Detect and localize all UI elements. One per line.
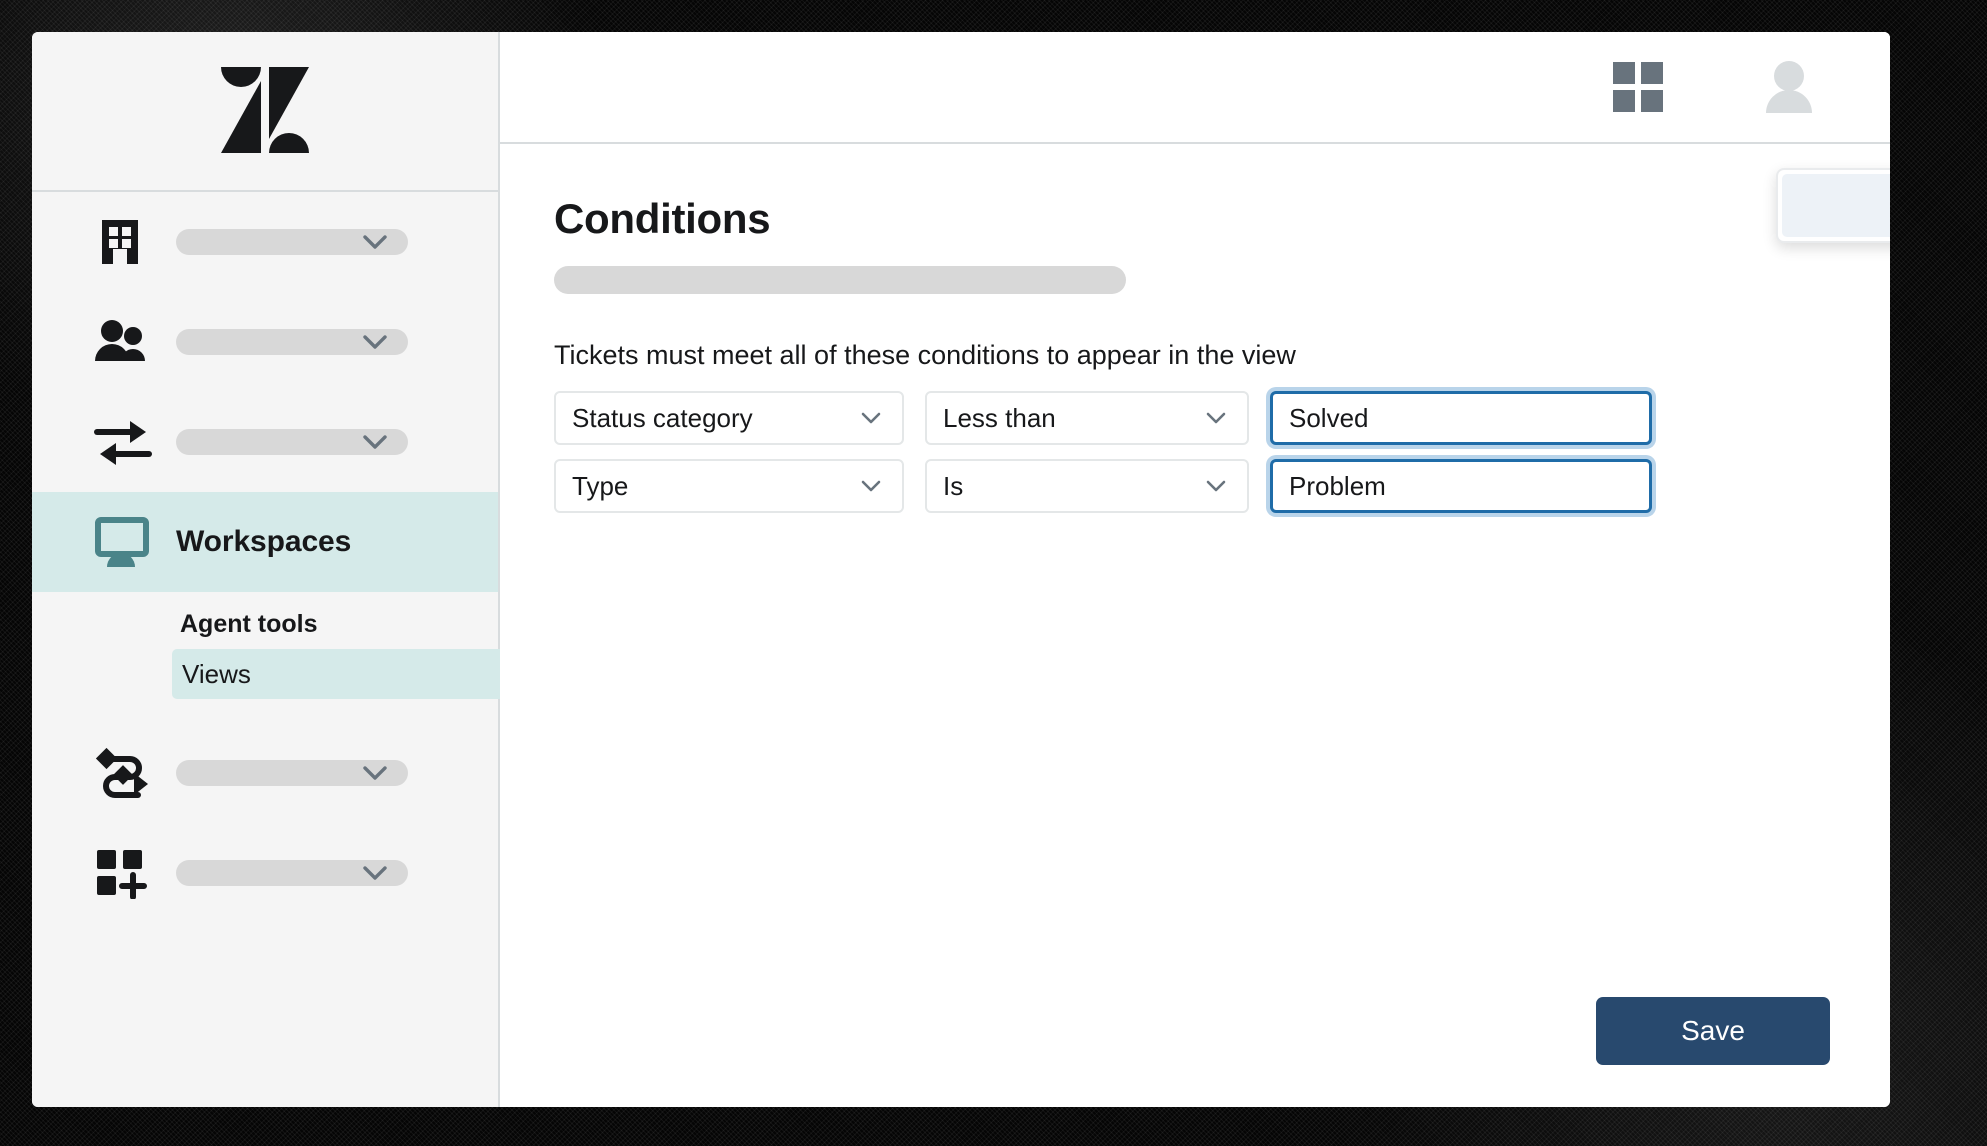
content-panel: Conditions Tickets must meet all of thes… — [500, 144, 1890, 1107]
chevron-down-icon[interactable] — [358, 325, 392, 359]
grid-apps-icon[interactable] — [1612, 61, 1664, 113]
page-title: Conditions — [554, 195, 771, 242]
condition-operator-value: Is — [943, 470, 964, 501]
condition-attribute-select-1[interactable]: Type — [554, 459, 904, 514]
sidebar-item-5[interactable] — [32, 823, 498, 923]
sidebar-subitem-label: Views — [182, 658, 251, 689]
admin-center-dropdown: Admin Center — [1776, 168, 1890, 243]
conditions-description: Tickets must meet all of these condition… — [554, 340, 1296, 371]
condition-value-input-1[interactable]: Problem — [1270, 459, 1652, 514]
chevron-down-icon — [856, 403, 886, 433]
chevron-down-icon[interactable] — [358, 756, 392, 790]
chevron-down-icon[interactable] — [358, 225, 392, 259]
chevron-down-icon — [1201, 403, 1231, 433]
condition-attribute-select-0[interactable]: Status category — [554, 391, 904, 446]
condition-row: Type Is Problem — [554, 459, 1890, 514]
chevron-down-icon[interactable] — [358, 425, 392, 459]
chevron-down-icon — [856, 471, 886, 501]
admin-center-menu-item[interactable]: Admin Center — [1782, 174, 1890, 237]
sidebar-item-workspaces[interactable]: Workspaces — [32, 492, 498, 592]
condition-value-text: Solved — [1289, 402, 1369, 433]
condition-operator-select-1[interactable]: Is — [925, 459, 1249, 514]
people-icon — [94, 318, 154, 366]
condition-value-text: Problem — [1289, 470, 1386, 501]
condition-operator-value: Less than — [943, 402, 1056, 433]
chevron-down-icon — [1201, 471, 1231, 501]
sidebar: Workspaces Agent tools Views — [32, 32, 509, 1107]
main-area: Admin Center Conditions Tickets must mee… — [500, 32, 1890, 1107]
user-avatar-icon[interactable] — [1760, 59, 1818, 115]
apps-add-icon — [94, 847, 154, 899]
transfer-arrows-icon — [94, 416, 154, 468]
sidebar-item-views[interactable]: Views — [172, 649, 509, 699]
workflow-icon — [94, 746, 154, 800]
sidebar-item-2[interactable] — [32, 392, 498, 492]
sidebar-subsection-heading: Agent tools — [180, 610, 318, 638]
condition-value-input-0[interactable]: Solved — [1270, 391, 1652, 446]
condition-row: Status category Less than Solved — [554, 391, 1890, 446]
condition-attribute-value: Status category — [572, 402, 753, 433]
sidebar-item-0[interactable] — [32, 192, 498, 292]
condition-attribute-value: Type — [572, 470, 629, 501]
condition-operator-select-0[interactable]: Less than — [925, 391, 1249, 446]
zendesk-logo-icon — [219, 65, 311, 157]
top-header-bar — [500, 32, 1890, 144]
save-button[interactable]: Save — [1596, 997, 1830, 1065]
sidebar-item-1[interactable] — [32, 292, 498, 392]
brand-logo-area — [32, 32, 498, 192]
building-icon — [94, 216, 154, 268]
conditions-rows: Status category Less than Solved Type Is… — [554, 391, 1890, 514]
app-window: Workspaces Agent tools Views Conditions … — [32, 32, 1890, 1107]
title-subtext-placeholder — [554, 266, 1126, 295]
monitor-icon — [94, 514, 154, 570]
sidebar-item-4[interactable] — [32, 723, 498, 823]
chevron-down-icon[interactable] — [358, 856, 392, 890]
sidebar-item-label: Workspaces — [176, 525, 352, 558]
window-frame-border: Workspaces Agent tools Views Conditions … — [0, 0, 1987, 1146]
